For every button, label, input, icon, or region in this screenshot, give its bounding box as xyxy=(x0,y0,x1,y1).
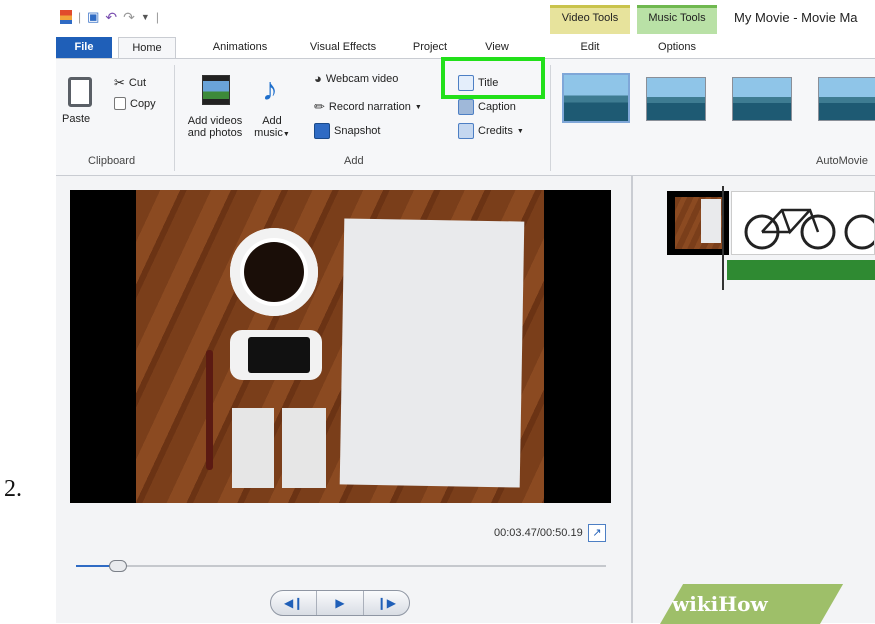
fullscreen-button[interactable]: ↗ xyxy=(588,524,606,542)
snapshot-label: Snapshot xyxy=(334,125,381,137)
playback-time: 00:03.47/00:50.19 xyxy=(494,527,583,539)
automovie-theme-thumbnail[interactable] xyxy=(562,73,630,123)
caption-icon xyxy=(458,99,474,115)
record-narration-label: Record narration xyxy=(328,101,411,113)
app-icon[interactable] xyxy=(60,10,72,24)
wikihow-logo: wikiHow xyxy=(672,592,768,616)
tab-home[interactable]: Home xyxy=(118,37,176,58)
play-icon: ▶ xyxy=(335,596,345,610)
tab-animations[interactable]: Animations xyxy=(202,37,278,58)
add-music-button[interactable]: ♪ Add music▼ xyxy=(252,69,292,149)
previous-frame-button[interactable]: ◀❙ xyxy=(271,591,318,615)
next-frame-button[interactable]: ❙▶ xyxy=(364,591,409,615)
cut-label: Cut xyxy=(128,77,147,89)
cut-button[interactable]: ✂ Cut xyxy=(114,75,146,91)
next-frame-icon: ❙▶ xyxy=(376,596,396,610)
bicycle-icon xyxy=(744,208,875,250)
paper-sheet xyxy=(339,218,525,488)
add-group-label: Add xyxy=(344,155,364,167)
add-music-label: Add music▼ xyxy=(254,115,290,139)
preview-frame-image xyxy=(136,190,544,503)
caption-label: Caption xyxy=(478,101,516,113)
dropdown-arrow-icon: ▼ xyxy=(414,103,422,111)
webcam-video-label: Webcam video xyxy=(325,72,399,85)
seek-bar[interactable] xyxy=(76,560,606,572)
automovie-theme-thumbnail[interactable] xyxy=(818,77,875,121)
seek-bar-handle[interactable] xyxy=(109,560,128,572)
separator: | xyxy=(78,10,82,24)
video-preview[interactable] xyxy=(70,190,611,503)
clipboard-icon xyxy=(68,77,92,107)
copy-button[interactable]: Copy xyxy=(114,97,156,110)
dropdown-arrow-icon: ▼ xyxy=(516,127,524,135)
title-bar: | ▣ ↶ ↷ ▼ | Video Tools Music Tools My M… xyxy=(56,0,875,34)
credits-icon xyxy=(458,123,474,139)
pen xyxy=(206,350,213,470)
add-videos-and-photos-button[interactable]: Add videos and photos xyxy=(184,69,246,149)
clip-thumbnail-bicycle[interactable] xyxy=(731,191,875,255)
expand-icon: ↗ xyxy=(592,527,602,539)
preview-pane: 00:03.47/00:50.19 ↗ ◀❙ ▶ ❙▶ xyxy=(56,176,631,623)
tab-file[interactable]: File xyxy=(56,37,112,58)
tab-visual-effects[interactable]: Visual Effects xyxy=(301,37,385,58)
separator: | xyxy=(155,10,159,24)
microphone-icon: ✏ xyxy=(314,99,325,114)
quick-access-toolbar: | ▣ ↶ ↷ ▼ | xyxy=(60,6,159,28)
group-separator xyxy=(550,65,551,171)
play-button[interactable]: ▶ xyxy=(317,591,364,615)
music-note-icon: ♪ xyxy=(262,71,278,107)
step-number: 2. xyxy=(4,476,22,502)
snapshot-button[interactable]: Snapshot xyxy=(314,123,380,139)
add-videos-label: Add videos and photos xyxy=(187,115,243,139)
snapshot-icon xyxy=(314,123,330,139)
paste-button[interactable]: Paste xyxy=(62,73,98,137)
video-tools-context-tab: Video Tools xyxy=(550,5,630,34)
clipboard-group-label: Clipboard xyxy=(88,155,136,167)
automovie-group-label: AutoMovie xyxy=(816,155,868,167)
record-narration-button[interactable]: ✏ Record narration ▼ xyxy=(314,99,422,115)
copy-label: Copy xyxy=(130,97,156,110)
music-tools-context-tab: Music Tools xyxy=(637,5,717,34)
music-track[interactable] xyxy=(727,260,875,280)
dropdown-arrow-icon: ▼ xyxy=(282,131,290,138)
previous-frame-icon: ◀❙ xyxy=(284,596,304,610)
group-separator xyxy=(174,65,175,171)
credits-label: Credits xyxy=(478,125,513,137)
copy-icon xyxy=(114,97,126,110)
tab-options[interactable]: Options xyxy=(637,37,717,58)
webcam-icon: ◕ xyxy=(314,71,322,86)
tab-edit[interactable]: Edit xyxy=(550,37,630,58)
customize-qat-icon[interactable]: ▼ xyxy=(141,12,150,22)
ribbon-tabs: File Home Animations Visual Effects Proj… xyxy=(56,34,875,58)
scissors-icon: ✂ xyxy=(114,75,125,90)
clip-thumbnail[interactable] xyxy=(667,191,729,255)
redo-icon[interactable]: ↷ xyxy=(123,9,135,26)
coffee-cup xyxy=(230,228,318,316)
undo-icon[interactable]: ↶ xyxy=(105,9,117,26)
tab-project[interactable]: Project xyxy=(404,37,456,58)
title-button-highlight xyxy=(441,57,545,99)
film-photo-icon xyxy=(202,75,230,105)
caption-button[interactable]: Caption xyxy=(458,99,516,115)
seek-bar-progress xyxy=(76,565,114,567)
save-icon[interactable]: ▣ xyxy=(87,9,99,25)
webcam-video-button[interactable]: ◕ Webcam video xyxy=(314,71,398,86)
paste-label: Paste xyxy=(62,113,91,125)
playback-controls: ◀❙ ▶ ❙▶ xyxy=(270,590,410,616)
tab-view[interactable]: View xyxy=(474,37,520,58)
storyboard-pane xyxy=(633,176,875,623)
phone xyxy=(230,330,322,380)
business-card xyxy=(232,408,274,488)
automovie-theme-thumbnail[interactable] xyxy=(646,77,706,121)
credits-button[interactable]: Credits ▼ xyxy=(458,123,524,139)
movie-maker-window: | ▣ ↶ ↷ ▼ | Video Tools Music Tools My M… xyxy=(56,0,875,623)
playhead-indicator[interactable] xyxy=(722,186,724,290)
window-title: My Movie - Movie Ma xyxy=(734,10,858,25)
automovie-theme-thumbnail[interactable] xyxy=(732,77,792,121)
business-card xyxy=(282,408,326,488)
